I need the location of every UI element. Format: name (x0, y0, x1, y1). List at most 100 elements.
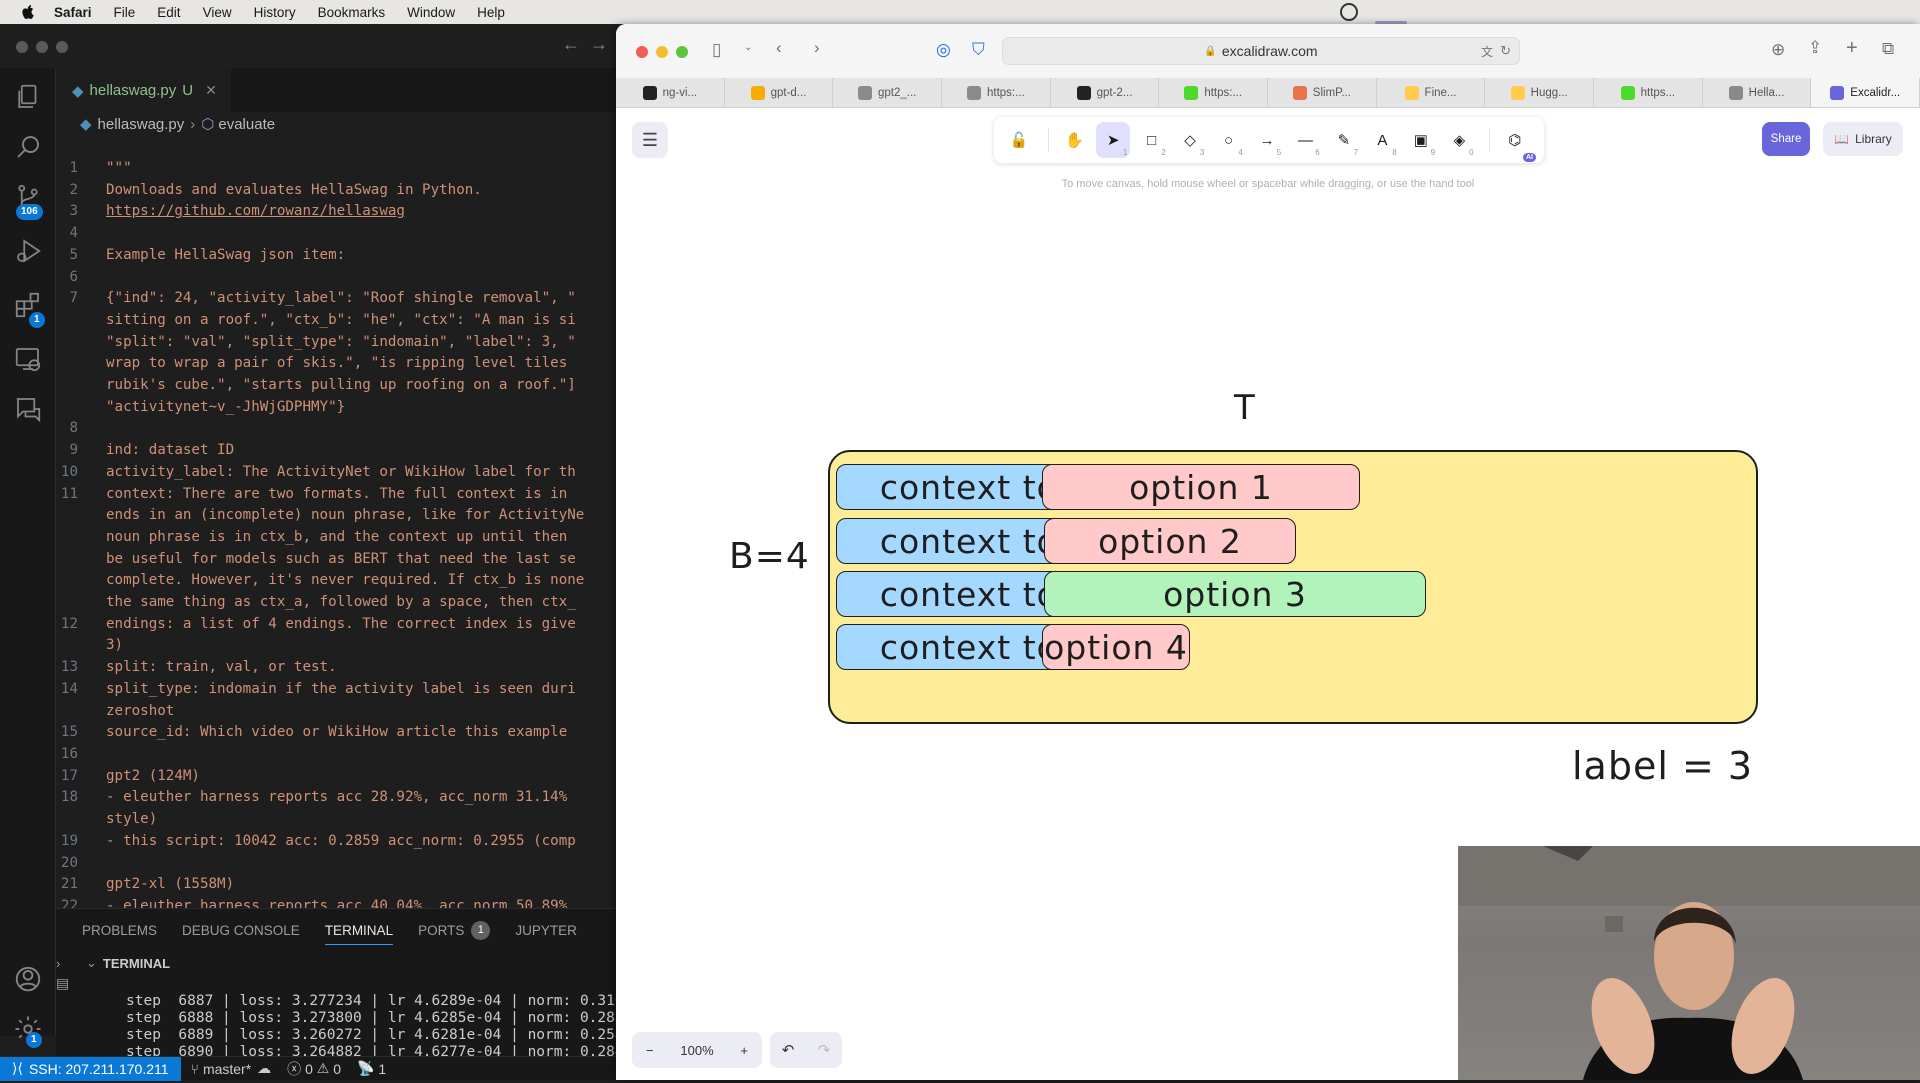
code-line[interactable]: 6 (56, 267, 620, 289)
forward-icon[interactable]: › (814, 38, 820, 58)
1password-icon[interactable]: ◎ (936, 40, 951, 60)
code-line[interactable]: 16 (56, 744, 620, 766)
shield-check-icon[interactable]: ⛉ (972, 40, 985, 60)
code-line[interactable]: 21 gpt2-xl (1558M) (56, 874, 620, 896)
browser-tab[interactable]: Hella... (1703, 78, 1812, 107)
panel-tab-terminal[interactable]: TERMINAL (324, 909, 394, 951)
apple-logo-icon[interactable] (20, 4, 36, 20)
reload-icon[interactable]: ↻ (1500, 43, 1511, 59)
browser-tab[interactable]: https:... (942, 78, 1051, 107)
minimize-window-button[interactable] (36, 41, 48, 53)
git-branch[interactable]: ⑂ master* ☁ (191, 1060, 272, 1077)
code-line[interactable]: 7 {"ind": 24, "activity_label": "Roof shi… (56, 288, 620, 310)
minimize-window-button[interactable] (656, 46, 668, 58)
terminal-list-icon[interactable]: ▤ (56, 975, 69, 992)
code-line[interactable]: 12 endings: a list of 4 endings. The corr… (56, 614, 620, 636)
code-line[interactable]: 2 Downloads and evaluates HellaSwag in Py… (56, 180, 620, 202)
code-line[interactable]: 5 Example HellaSwag json item: (56, 245, 620, 267)
remote-indicator[interactable]: ⟩⟨ SSH: 207.211.170.211 (0, 1056, 181, 1081)
code-line[interactable]: noun phrase is in ctx_b, and the context… (56, 527, 620, 549)
code-line[interactable]: 3) (56, 635, 620, 657)
panel-tab-debug-console[interactable]: DEBUG CONSOLE (182, 909, 300, 951)
panel-tab-ports[interactable]: PORTS 1 (418, 909, 491, 951)
code-line[interactable]: rubik's cube.", "starts pulling up roofi… (56, 375, 620, 397)
panel-tab-problems[interactable]: PROBLEMS (82, 909, 157, 951)
code-line[interactable]: 10 activity_label: The ActivityNet or Wik… (56, 462, 620, 484)
code-line[interactable]: 3 https://github.com/rowanz/hellaswag (56, 201, 620, 223)
close-tab-icon[interactable]: ✕ (205, 82, 217, 99)
excalidraw-canvas[interactable]: ☰ 🔓 ✋ ➤ 1 □ 2 ◇ 3 ○ 4 → 5—6 ✎ 7 A 8 ▣ 9 ◈ 0 ⌬ AI To move canv… (616, 108, 1920, 1080)
menu-edit[interactable]: Edit (157, 5, 180, 20)
browser-tab[interactable]: Hugg... (1485, 78, 1595, 107)
code-line[interactable]: 8 (56, 418, 620, 440)
code-line[interactable]: zeroshot (56, 701, 620, 723)
share-icon[interactable]: ⇪ (1808, 38, 1822, 58)
redo-icon[interactable]: ↷ (818, 1041, 831, 1059)
ports-indicator[interactable]: 📡 1 (357, 1060, 386, 1077)
code-editor[interactable]: 1 """ 2 Downloads and evaluates HellaSwag i… (56, 158, 620, 908)
menu-view[interactable]: View (203, 5, 232, 20)
back-arrow-icon[interactable]: ← (562, 34, 580, 54)
obs-status-icon[interactable] (1340, 3, 1358, 21)
code-line[interactable]: 11 context: There are two formats. The fu… (56, 484, 620, 506)
breadcrumb-file[interactable]: hellaswag.py (98, 116, 185, 133)
code-line[interactable]: complete. However, it's never required. … (56, 570, 620, 592)
code-line[interactable]: "split": "val", "split_type": "indomain"… (56, 332, 620, 354)
code-line[interactable]: 19 - this script: 10042 acc: 0.2859 acc_n… (56, 831, 620, 853)
browser-tab[interactable]: Fine... (1377, 78, 1486, 107)
menu-bookmarks[interactable]: Bookmarks (318, 5, 386, 20)
undo-icon[interactable]: ↶ (782, 1041, 795, 1059)
zoom-out-button[interactable]: − (646, 1043, 654, 1058)
b-label[interactable]: B=4 (729, 536, 810, 577)
label-annotation[interactable]: label = 3 (1572, 744, 1753, 788)
menu-help[interactable]: Help (477, 5, 505, 20)
chat-icon[interactable] (13, 394, 43, 424)
code-line[interactable]: 17 gpt2 (124M) (56, 766, 620, 788)
chevron-down-icon[interactable]: ⌄ (86, 955, 97, 971)
code-line[interactable]: "activitynet~v_-JhWjGDPHMY"} (56, 397, 620, 419)
close-window-button[interactable] (636, 46, 648, 58)
browser-tab[interactable]: Excalidr... (1811, 78, 1920, 107)
browser-tab[interactable]: gpt-2... (1051, 78, 1160, 107)
code-line[interactable]: 9 ind: dataset ID (56, 440, 620, 462)
problems-indicator[interactable]: ⓧ 0 ⚠ 0 (287, 1059, 341, 1079)
menu-window[interactable]: Window (407, 5, 455, 20)
browser-tab[interactable]: ng-vi... (616, 78, 725, 107)
option-block[interactable]: option 4 (1042, 624, 1190, 670)
code-line[interactable]: 1 """ (56, 158, 620, 180)
maximize-window-button[interactable] (676, 46, 688, 58)
downloads-icon[interactable]: ⊕ (1771, 40, 1785, 60)
code-line[interactable]: 22 - eleuther harness reports acc 40.04%,… (56, 896, 620, 908)
menu-history[interactable]: History (254, 5, 296, 20)
browser-tab[interactable]: https:... (1159, 78, 1269, 107)
menu-safari[interactable]: Safari (54, 5, 92, 20)
address-bar[interactable]: 🔒 excalidraw.com 文 ↻ (1002, 37, 1520, 65)
code-line[interactable]: style) (56, 809, 620, 831)
panel-tab-jupyter[interactable]: JUPYTER (515, 909, 577, 951)
maximize-window-button[interactable] (56, 41, 68, 53)
zoom-level[interactable]: 100% (680, 1043, 713, 1058)
chevron-right-icon[interactable]: › (56, 956, 60, 971)
search-icon[interactable] (13, 132, 43, 162)
t-label[interactable]: T (1234, 388, 1256, 428)
menu-file[interactable]: File (114, 5, 136, 20)
breadcrumb-symbol[interactable]: evaluate (218, 116, 275, 133)
browser-tab[interactable]: SlimP... (1268, 78, 1377, 107)
code-line[interactable]: sitting on a roof.", "ctx_b": "he", "ctx… (56, 310, 620, 332)
sidebar-toggle-icon[interactable]: ▯ (712, 40, 721, 60)
translate-icon[interactable]: 文 (1481, 43, 1493, 60)
code-line[interactable]: 13 split: train, val, or test. (56, 657, 620, 679)
editor-tab-hellaswag[interactable]: ◆ hellaswag.py U ✕ (56, 68, 231, 112)
code-line[interactable]: wrap to wrap a pair of skis.", "is rippi… (56, 353, 620, 375)
chevron-down-icon[interactable]: ⌄ (744, 42, 752, 53)
code-line[interactable]: the same thing as ctx_a, followed by a s… (56, 592, 620, 614)
explorer-icon[interactable] (13, 82, 43, 112)
code-line[interactable]: 18 - eleuther harness reports acc 28.92%,… (56, 787, 620, 809)
terminal-section-title[interactable]: TERMINAL (103, 956, 170, 971)
browser-tab[interactable]: gpt2_... (833, 78, 943, 107)
code-line[interactable]: 20 (56, 853, 620, 875)
code-line[interactable]: 14 split_type: indomain if the activity l… (56, 679, 620, 701)
forward-arrow-icon[interactable]: → (590, 34, 608, 54)
code-line[interactable]: 4 (56, 223, 620, 245)
code-link[interactable]: https://github.com/rowanz/hellaswag (106, 201, 405, 223)
